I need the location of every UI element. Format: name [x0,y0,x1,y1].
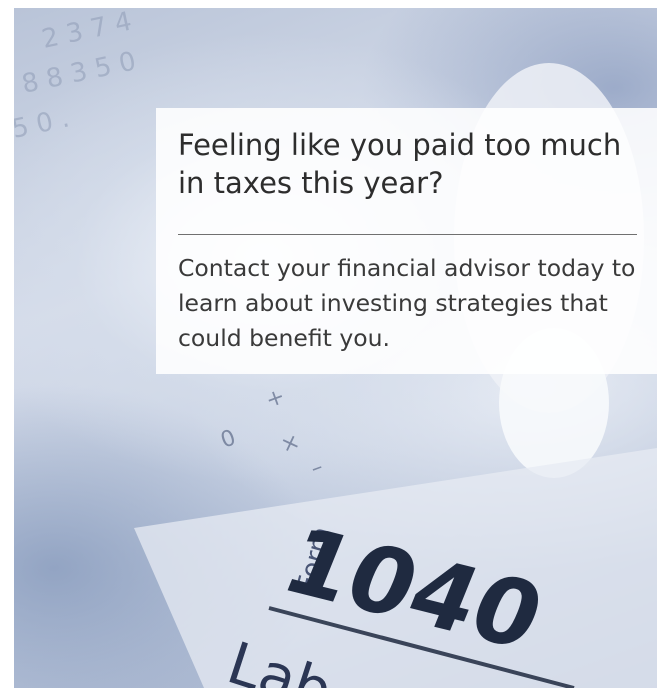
divider [178,234,637,235]
svg-text:–: – [308,454,327,481]
svg-text:2 3 7 4: 2 3 7 4 [39,8,134,55]
faded-digits: 2 3 7 4 8 8 3 5 0 5 0 . [14,8,139,145]
tape-marks: + 0 × – [218,384,327,482]
svg-text:5 0 .: 5 0 . [14,103,72,144]
svg-text:8 8 3 5 0: 8 8 3 5 0 [19,46,138,99]
svg-text:+: + [263,384,289,414]
message-panel: Feeling like you paid too much in taxes … [156,108,657,374]
body-text: Contact your financial advisor today to … [178,254,636,352]
svg-text:0: 0 [218,425,240,453]
headline: Feeling like you paid too much in taxes … [178,128,622,200]
svg-text:×: × [278,429,304,459]
ad-frame: 2 3 7 4 8 8 3 5 0 5 0 . + 0 × – Form 104… [0,0,664,692]
